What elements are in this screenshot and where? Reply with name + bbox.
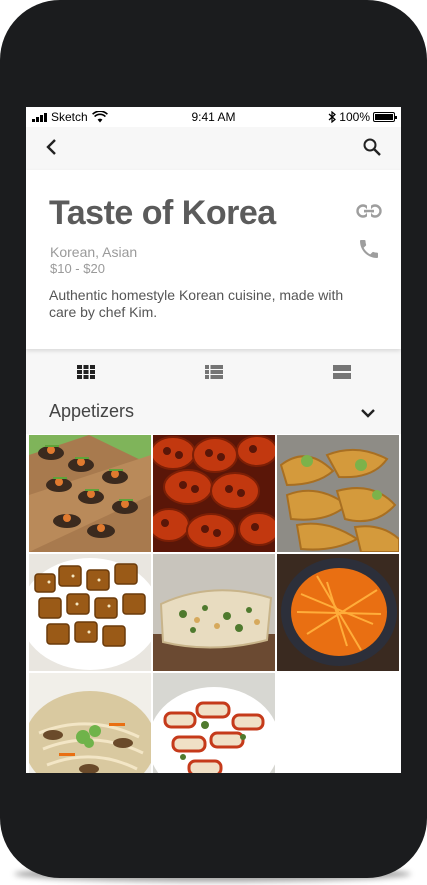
search-icon [363,138,381,156]
photo-carrot-salad[interactable] [277,554,399,671]
search-button[interactable] [358,133,386,161]
list-view-icon [205,365,223,379]
list-view-button[interactable] [194,359,234,385]
view-toggle-bar [26,351,401,393]
card-view-button[interactable] [322,359,362,385]
grid-view-button[interactable] [66,359,106,385]
photo-japchae-noodles[interactable] [29,673,151,773]
link-icon [356,204,382,218]
app-screen: Sketch 9:41 AM 100% Taste of Korea Korea… [26,107,401,773]
restaurant-card: Taste of Korea Korean, Asian $10 - $20 A… [26,170,401,349]
menu-section-header[interactable]: Appetizers [26,393,401,433]
expand-button[interactable] [356,401,380,425]
photo-seafood-canapes[interactable] [29,435,151,552]
photo-braised-potatoes[interactable] [29,554,151,671]
photo-glazed-lotus-root[interactable] [153,435,275,552]
restaurant-price-range: $10 - $20 [50,261,105,276]
photo-fried-tempura[interactable] [277,435,399,552]
photo-rice-cakes[interactable] [153,673,275,773]
restaurant-cuisine: Korean, Asian [50,244,138,260]
card-view-icon [333,365,351,379]
phone-icon [360,240,378,258]
nav-bar [26,127,401,167]
restaurant-name: Taste of Korea [49,194,276,232]
photo-grid [26,434,401,773]
restaurant-description: Authentic homestyle Korean cuisine, made… [49,287,344,320]
phone-button[interactable] [354,234,384,264]
phone-frame: Sketch 9:41 AM 100% Taste of Korea Korea… [0,0,427,878]
chevron-left-icon [46,139,56,155]
status-bar: Sketch 9:41 AM 100% [26,107,401,127]
battery-percent: 100% [339,110,370,124]
photo-scallion-pancake[interactable] [153,554,275,671]
link-button[interactable] [354,196,384,226]
bluetooth-icon [328,111,337,123]
chevron-down-icon [361,409,375,418]
status-right: 100% [328,110,397,124]
battery-icon [373,112,397,122]
back-button[interactable] [38,133,66,161]
grid-view-icon [77,365,95,379]
section-title: Appetizers [49,401,135,421]
